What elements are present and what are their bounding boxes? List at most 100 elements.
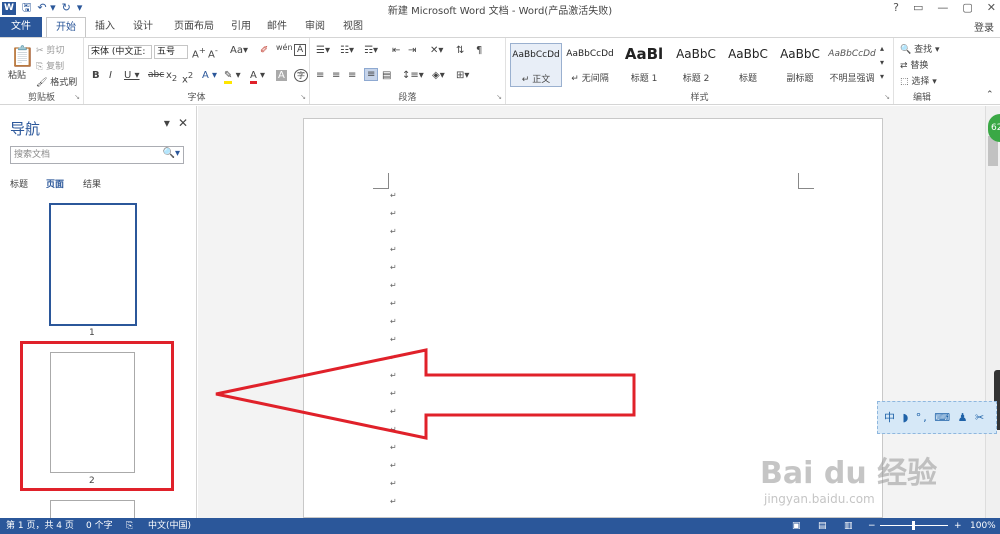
tab-mailings[interactable]: 邮件 bbox=[262, 17, 292, 37]
shrink-font-icon[interactable]: A- bbox=[208, 45, 218, 60]
italic-icon[interactable]: I bbox=[109, 70, 112, 81]
proofing-icon[interactable]: ⎘ bbox=[126, 518, 133, 534]
char-shading-icon[interactable]: A bbox=[276, 70, 287, 81]
decrease-indent-icon[interactable]: ⇤ bbox=[392, 45, 400, 56]
format-painter-button[interactable]: 🖌 格式刷 bbox=[36, 75, 77, 88]
close-pane-icon[interactable]: ✕ bbox=[178, 116, 188, 130]
bold-icon[interactable]: B bbox=[92, 70, 100, 81]
distributed-icon[interactable]: ▤ bbox=[382, 70, 391, 81]
font-color-icon[interactable]: A ▾ bbox=[250, 70, 265, 84]
select-label: 选择 bbox=[911, 77, 930, 87]
grow-font-icon[interactable]: A+ bbox=[192, 45, 206, 60]
justify-icon[interactable]: ≡ bbox=[364, 68, 379, 81]
strikethrough-icon[interactable]: abc bbox=[148, 70, 164, 80]
editing-group: 🔍 查找 ▾ ⇄ 替换 ⬚ 选择 ▾ 编辑 bbox=[894, 38, 950, 104]
enclose-char-icon[interactable]: 字 bbox=[294, 69, 308, 82]
page-thumbnail-3[interactable] bbox=[50, 500, 135, 520]
copy-button[interactable]: ⎘ 复制 bbox=[36, 59, 64, 72]
font-launcher-icon[interactable]: ↘ bbox=[300, 93, 306, 101]
tab-design[interactable]: 设计 bbox=[128, 17, 158, 37]
tab-review[interactable]: 审阅 bbox=[300, 17, 330, 37]
collapse-ribbon-icon[interactable]: ⌃ bbox=[986, 90, 994, 100]
font-size-combo[interactable]: 五号 bbox=[154, 45, 188, 59]
page-thumbnail-1[interactable] bbox=[49, 203, 137, 326]
align-left-icon[interactable]: ≡ bbox=[316, 70, 324, 81]
find-button[interactable]: 🔍 查找 ▾ bbox=[900, 42, 939, 55]
borders-icon[interactable]: ⊞▾ bbox=[456, 70, 469, 81]
shading-icon[interactable]: ◈▾ bbox=[432, 70, 445, 81]
underline-icon[interactable]: U ▾ bbox=[124, 70, 140, 81]
align-center-icon[interactable]: ≡ bbox=[332, 70, 340, 81]
style-normal[interactable]: AaBbCcDd ↵ 正文 bbox=[510, 43, 562, 87]
style-heading-2[interactable]: AaBbC 标题 2 bbox=[670, 43, 722, 87]
tab-view[interactable]: 视图 bbox=[338, 17, 368, 37]
highlight-icon[interactable]: ✎ ▾ bbox=[224, 70, 241, 84]
read-mode-icon[interactable]: ▣ bbox=[792, 518, 801, 534]
login-link[interactable]: 登录 bbox=[974, 19, 994, 34]
numbering-icon[interactable]: ☷▾ bbox=[340, 45, 354, 56]
page-count-status[interactable]: 第 1 页，共 4 页 bbox=[6, 518, 74, 534]
align-right-icon[interactable]: ≡ bbox=[348, 70, 356, 81]
zoom-in-icon[interactable]: + bbox=[954, 518, 962, 534]
tab-home[interactable]: 开始 bbox=[46, 17, 86, 38]
nav-tab-headings[interactable]: 标题 bbox=[10, 177, 28, 190]
watermark-sub: jingyan.baidu.com bbox=[764, 492, 875, 506]
zoom-level[interactable]: 100% bbox=[970, 518, 996, 534]
maximize-button[interactable]: ▢ bbox=[962, 1, 972, 14]
select-button[interactable]: ⬚ 选择 ▾ bbox=[900, 74, 937, 87]
pane-options-icon[interactable]: ▾ bbox=[164, 116, 170, 130]
change-case-icon[interactable]: Aa▾ bbox=[230, 45, 248, 56]
zoom-out-icon[interactable]: − bbox=[868, 518, 876, 534]
show-marks-icon[interactable]: ¶ bbox=[476, 45, 482, 56]
sort-icon[interactable]: ⇅ bbox=[456, 45, 464, 56]
tab-insert[interactable]: 插入 bbox=[90, 17, 120, 37]
highlight-box-annotation bbox=[20, 341, 174, 491]
paste-icon[interactable]: 📋 bbox=[10, 44, 35, 68]
nav-tab-pages[interactable]: 页面 bbox=[46, 177, 64, 190]
paragraph-launcher-icon[interactable]: ↘ bbox=[496, 93, 502, 101]
style-sample: AaBbC bbox=[676, 47, 716, 61]
paragraph-mark: ↵ bbox=[390, 263, 397, 272]
word-count-status[interactable]: 0 个字 bbox=[86, 518, 113, 534]
styles-launcher-icon[interactable]: ↘ bbox=[884, 93, 890, 101]
paragraph-mark: ↵ bbox=[390, 425, 397, 434]
search-icon-wrap[interactable]: 🔍▾ bbox=[157, 146, 184, 164]
ribbon-display-button[interactable]: ▭ bbox=[913, 1, 923, 14]
text-effects-icon[interactable]: A ▾ bbox=[202, 70, 217, 81]
help-button[interactable]: ? bbox=[893, 1, 899, 14]
cut-button[interactable]: ✂ 剪切 bbox=[36, 43, 64, 56]
clear-format-icon[interactable]: ✐ bbox=[260, 45, 268, 56]
styles-scroll-icon[interactable]: ▴ ▾ ▾ bbox=[880, 42, 884, 84]
style-subtle-emphasis[interactable]: AaBbCcDd 不明显强调 bbox=[826, 43, 878, 87]
superscript-icon[interactable]: x2 bbox=[182, 70, 193, 85]
line-spacing-icon[interactable]: ↕≡▾ bbox=[402, 70, 424, 81]
multilevel-list-icon[interactable]: ☶▾ bbox=[364, 45, 378, 56]
style-title[interactable]: AaBbC 标题 bbox=[722, 43, 774, 87]
replace-button[interactable]: ⇄ 替换 bbox=[900, 58, 928, 71]
tab-references[interactable]: 引用 bbox=[226, 17, 256, 37]
input-method-toolbar[interactable]: 中 ◗ °, ⌨ ♟ ✂ bbox=[877, 401, 997, 434]
bullets-icon[interactable]: ☰▾ bbox=[316, 45, 330, 56]
web-layout-icon[interactable]: ▥ bbox=[844, 518, 853, 534]
tab-page-layout[interactable]: 页面布局 bbox=[166, 17, 222, 37]
tab-file[interactable]: 文件 bbox=[0, 17, 42, 37]
style-heading-1[interactable]: AaBl 标题 1 bbox=[618, 43, 670, 87]
phonetic-guide-icon[interactable]: wén bbox=[276, 43, 293, 52]
zoom-slider-knob[interactable] bbox=[912, 521, 915, 530]
nav-tab-results[interactable]: 结果 bbox=[83, 177, 101, 190]
style-subtitle[interactable]: AaBbC 副标题 bbox=[774, 43, 826, 87]
subscript-icon[interactable]: x2 bbox=[166, 70, 177, 83]
paragraph-mark: ↵ bbox=[390, 371, 397, 380]
asian-layout-icon[interactable]: ✕▾ bbox=[430, 45, 443, 56]
increase-indent-icon[interactable]: ⇥ bbox=[408, 45, 416, 56]
close-button[interactable]: ✕ bbox=[987, 1, 996, 14]
style-no-spacing[interactable]: AaBbCcDd ↵ 无间隔 bbox=[564, 43, 616, 87]
print-layout-icon[interactable]: ▤ bbox=[818, 518, 827, 534]
char-border-icon[interactable]: A bbox=[294, 44, 307, 56]
minimize-button[interactable]: — bbox=[937, 1, 948, 14]
copy-label: 复制 bbox=[46, 62, 65, 72]
clipboard-launcher-icon[interactable]: ↘ bbox=[74, 93, 80, 101]
language-status[interactable]: 中文(中国) bbox=[148, 518, 191, 534]
font-name-combo[interactable]: 宋体 (中文正: bbox=[88, 45, 152, 59]
paste-button[interactable]: 粘贴 bbox=[8, 68, 26, 81]
